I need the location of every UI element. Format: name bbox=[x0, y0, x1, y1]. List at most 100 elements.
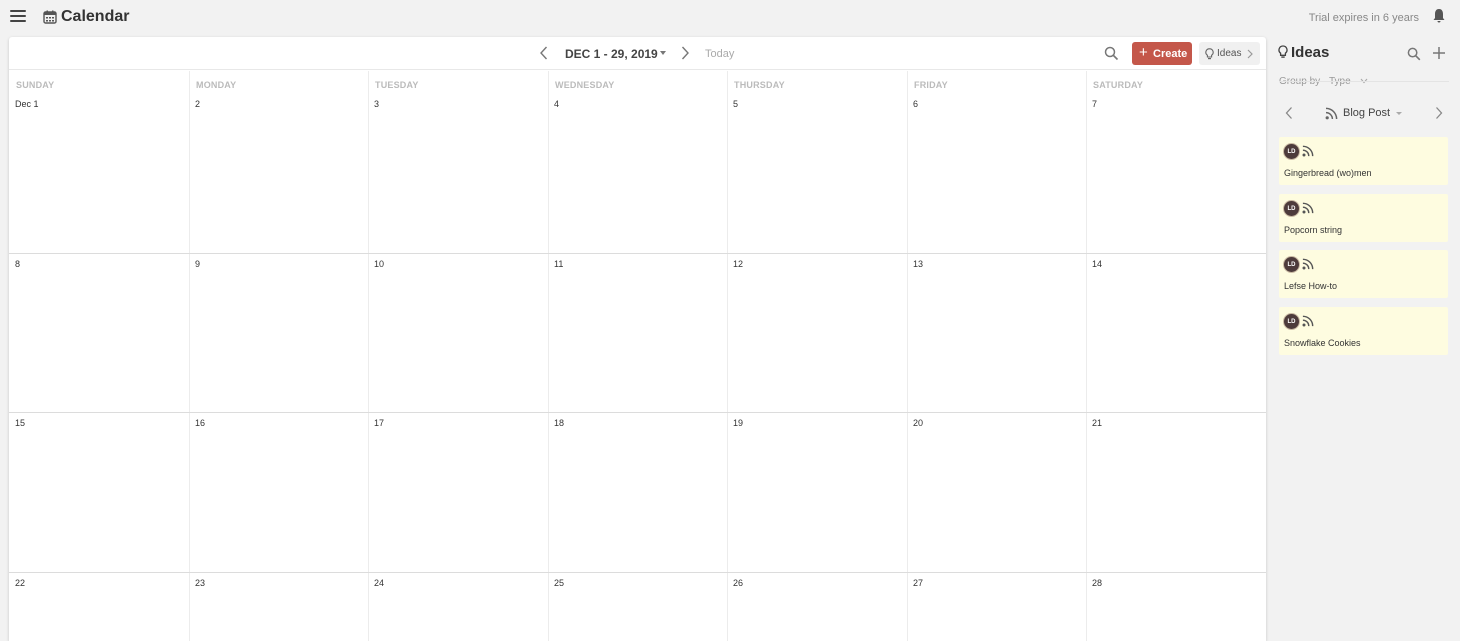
rss-feed-icon bbox=[1302, 145, 1314, 157]
day-cell[interactable]: 2 bbox=[189, 97, 368, 253]
calendar-toolbar: DEC 1 - 29, 2019 Today + Create Ideas bbox=[9, 37, 1266, 70]
day-cell[interactable]: 4 bbox=[548, 97, 727, 253]
weekday-label: WEDNESDAY bbox=[555, 80, 615, 90]
ideas-toggle-button[interactable]: Ideas bbox=[1199, 42, 1260, 65]
day-number: 9 bbox=[195, 259, 201, 269]
day-cell[interactable]: 20 bbox=[907, 413, 1086, 572]
day-number: 3 bbox=[374, 99, 380, 109]
idea-title: Lefse How-to bbox=[1284, 281, 1338, 291]
chevron-right-icon bbox=[1247, 49, 1253, 59]
day-cell[interactable]: 15 bbox=[9, 413, 189, 572]
idea-card[interactable]: LD Gingerbread (wo)men bbox=[1279, 137, 1448, 185]
weekday-label: SATURDAY bbox=[1093, 80, 1144, 90]
day-cell[interactable]: 27 bbox=[907, 573, 1086, 641]
idea-card[interactable]: LD Popcorn string bbox=[1279, 194, 1448, 242]
day-cell[interactable]: 13 bbox=[907, 254, 1086, 412]
weekday-label: SUNDAY bbox=[16, 80, 55, 90]
day-cell[interactable]: 14 bbox=[1086, 254, 1266, 412]
day-number: 11 bbox=[554, 259, 564, 269]
idea-card[interactable]: LD Snowflake Cookies bbox=[1279, 307, 1448, 355]
day-cell[interactable]: 6 bbox=[907, 97, 1086, 253]
day-number: 15 bbox=[15, 418, 26, 428]
previous-group-chevron-left-icon[interactable] bbox=[1284, 106, 1294, 120]
avatar: LD bbox=[1283, 256, 1300, 273]
day-cell[interactable]: 28 bbox=[1086, 573, 1266, 641]
ideas-toggle-label: Ideas bbox=[1217, 48, 1242, 59]
day-cell[interactable]: 26 bbox=[727, 573, 907, 641]
day-cell[interactable]: 8 bbox=[9, 254, 189, 412]
day-number: 14 bbox=[1092, 259, 1103, 269]
day-cell[interactable]: 5 bbox=[727, 97, 907, 253]
group-selector[interactable]: Blog Post bbox=[1343, 107, 1390, 119]
day-number: 24 bbox=[374, 578, 385, 588]
top-bar: Calendar Trial expires in 6 years bbox=[0, 0, 1460, 36]
day-cell[interactable]: 17 bbox=[368, 413, 548, 572]
day-number: 5 bbox=[733, 99, 739, 109]
create-button-label: Create bbox=[1153, 48, 1188, 60]
day-number: 2 bbox=[195, 99, 201, 109]
day-number: 17 bbox=[374, 418, 385, 428]
day-number: 12 bbox=[733, 259, 744, 269]
lightbulb-icon bbox=[1205, 48, 1214, 60]
day-number: 6 bbox=[913, 99, 919, 109]
day-cell[interactable]: 25 bbox=[548, 573, 727, 641]
day-number: 8 bbox=[15, 259, 21, 269]
idea-title: Snowflake Cookies bbox=[1284, 338, 1361, 348]
weekday-label: MONDAY bbox=[196, 80, 237, 90]
day-number: 23 bbox=[195, 578, 206, 588]
add-idea-plus-icon[interactable] bbox=[1432, 46, 1446, 60]
day-number: 26 bbox=[733, 578, 744, 588]
calendar-month-view: DEC 1 - 29, 2019 Today + Create Ideas SU… bbox=[9, 37, 1266, 641]
day-cell[interactable]: 10 bbox=[368, 254, 548, 412]
create-button[interactable]: + Create bbox=[1132, 42, 1192, 65]
date-range-selector[interactable]: DEC 1 - 29, 2019 bbox=[565, 47, 658, 61]
day-cell[interactable]: 18 bbox=[548, 413, 727, 572]
avatar: LD bbox=[1283, 313, 1300, 330]
idea-card[interactable]: LD Lefse How-to bbox=[1279, 250, 1448, 298]
calendar-icon bbox=[43, 10, 57, 24]
date-range-caret-icon[interactable] bbox=[660, 51, 666, 55]
day-number: 20 bbox=[913, 418, 924, 428]
day-number: 22 bbox=[15, 578, 26, 588]
day-cell[interactable]: 11 bbox=[548, 254, 727, 412]
day-cell[interactable]: 3 bbox=[368, 97, 548, 253]
today-button[interactable]: Today bbox=[705, 48, 734, 60]
day-cell[interactable]: 16 bbox=[189, 413, 368, 572]
day-number: 25 bbox=[554, 578, 565, 588]
day-cell[interactable]: Dec 1 bbox=[9, 97, 189, 253]
group-caret-icon[interactable] bbox=[1396, 112, 1402, 115]
rss-feed-icon bbox=[1302, 202, 1314, 214]
day-number: 27 bbox=[913, 578, 924, 588]
day-number: 19 bbox=[733, 418, 744, 428]
lightbulb-icon bbox=[1278, 45, 1288, 58]
day-cell[interactable]: 24 bbox=[368, 573, 548, 641]
avatar: LD bbox=[1283, 143, 1300, 160]
idea-title: Popcorn string bbox=[1284, 225, 1343, 235]
previous-period-chevron-left-icon[interactable] bbox=[537, 45, 551, 61]
rss-feed-icon bbox=[1302, 258, 1314, 270]
notifications-bell-icon[interactable] bbox=[1432, 8, 1446, 24]
calendar-search-icon[interactable] bbox=[1104, 46, 1119, 61]
rss-feed-icon bbox=[1325, 107, 1338, 120]
rss-feed-icon bbox=[1302, 315, 1314, 327]
avatar: LD bbox=[1283, 200, 1300, 217]
ideas-search-icon[interactable] bbox=[1407, 47, 1421, 61]
ideas-panel: Ideas Group by Type Blog Post LDGingerbr… bbox=[1272, 37, 1460, 641]
day-cell[interactable]: 12 bbox=[727, 254, 907, 412]
day-number: 10 bbox=[374, 259, 385, 269]
ideas-panel-title: Ideas bbox=[1291, 44, 1330, 61]
day-cell[interactable]: 22 bbox=[9, 573, 189, 641]
page-title: Calendar bbox=[61, 8, 130, 25]
day-cell[interactable]: 7 bbox=[1086, 97, 1266, 253]
next-period-chevron-right-icon[interactable] bbox=[678, 45, 692, 61]
day-cell[interactable]: 19 bbox=[727, 413, 907, 572]
next-group-chevron-right-icon[interactable] bbox=[1434, 106, 1444, 120]
weekday-label: TUESDAY bbox=[375, 80, 419, 90]
trial-status-text: Trial expires in 6 years bbox=[1308, 12, 1419, 24]
day-cell[interactable]: 9 bbox=[189, 254, 368, 412]
day-cell[interactable]: 21 bbox=[1086, 413, 1266, 572]
plus-icon: + bbox=[1139, 44, 1148, 61]
day-number: 16 bbox=[195, 418, 206, 428]
day-cell[interactable]: 23 bbox=[189, 573, 368, 641]
hamburger-menu-icon[interactable] bbox=[10, 10, 26, 24]
